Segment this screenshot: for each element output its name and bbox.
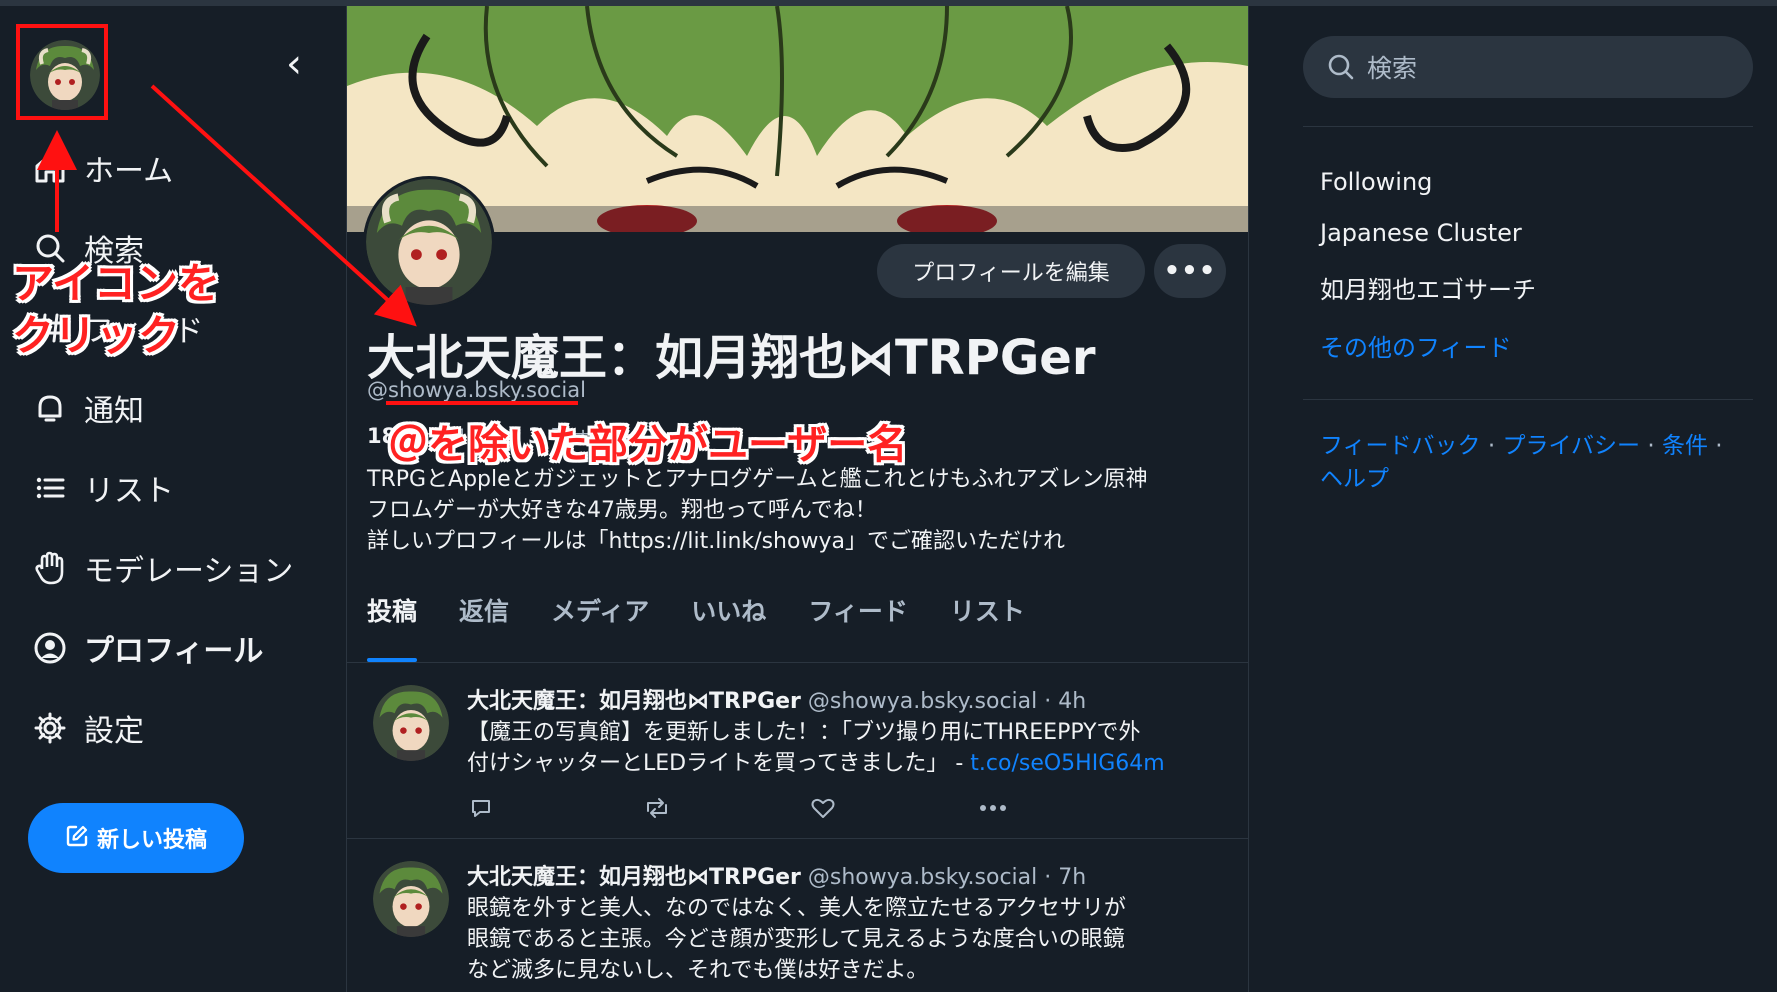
post-text: 眼鏡を外すと美人、なのではなく、美人を際立たせるアクセサリが 眼鏡であると主張。… xyxy=(467,893,1237,986)
nav-item-profile[interactable]: プロフィール xyxy=(30,624,263,672)
search-placeholder: 検索 xyxy=(1367,54,1418,83)
user-circle-icon xyxy=(30,628,70,668)
tab-media[interactable]: メディア xyxy=(551,592,649,662)
gear-icon xyxy=(30,708,70,748)
edit-profile-button[interactable]: プロフィールを編集 xyxy=(877,244,1145,298)
divider xyxy=(1303,399,1753,400)
tab-likes[interactable]: いいね xyxy=(691,592,766,662)
search-input[interactable]: 検索 xyxy=(1303,36,1753,98)
nav-label-lists: リスト xyxy=(84,474,174,509)
help-link[interactable]: ヘルプ xyxy=(1320,466,1389,492)
footer-links: フィードバック · プライバシー · 条件 · ヘルプ xyxy=(1320,430,1740,496)
nav-label-notifications: 通知 xyxy=(84,394,144,429)
nav-item-home[interactable]: ホーム xyxy=(30,144,173,192)
post-meta[interactable]: @showya.bsky.social · 7h xyxy=(808,865,1086,890)
feed-link-japanese-cluster[interactable]: Japanese Cluster xyxy=(1320,219,1522,247)
separator-dot: · xyxy=(1480,433,1503,459)
bell-icon xyxy=(30,388,70,428)
post-text-line: 【魔王の写真館】を更新しました！：「ブツ撮り用にTHREEPPYで外 xyxy=(467,720,1141,745)
divider xyxy=(1303,126,1753,127)
post-text-line: など滅多に見ないし、それでも僕は好きだよ。 xyxy=(467,958,929,983)
post-avatar[interactable] xyxy=(373,861,449,937)
annotation-highlight-box xyxy=(16,24,108,120)
nav-item-moderation[interactable]: モデレーション xyxy=(30,544,293,592)
profile-banner[interactable] xyxy=(347,6,1248,232)
profile-more-button[interactable]: ••• xyxy=(1154,244,1226,298)
feed-link-egosearch[interactable]: 如月翔也エゴサーチ xyxy=(1320,270,1536,305)
nav-item-notifications[interactable]: 通知 xyxy=(30,384,144,432)
like-icon[interactable] xyxy=(809,795,837,821)
nav-label-home: ホーム xyxy=(84,154,174,189)
post-more-icon[interactable] xyxy=(975,795,1011,821)
nav-item-settings[interactable]: 設定 xyxy=(30,704,144,752)
post-header: 大北天魔王：如月翔也⋈TRPGer @showya.bsky.social · … xyxy=(467,859,1086,891)
profile-avatar[interactable] xyxy=(363,176,495,308)
hand-icon xyxy=(30,548,70,588)
compose-icon xyxy=(65,824,89,852)
tab-feeds[interactable]: フィード xyxy=(808,592,908,662)
nav-label-profile: プロフィール xyxy=(84,634,264,669)
post-link[interactable]: t.co/seO5HIG64m xyxy=(970,751,1164,776)
new-post-label: 新しい投稿 xyxy=(96,828,207,853)
search-icon xyxy=(1327,53,1355,81)
post-text: 【魔王の写真館】を更新しました！：「ブツ撮り用にTHREEPPYで外 付けシャッ… xyxy=(467,717,1237,779)
separator-dot: · xyxy=(1640,433,1662,459)
post-author-name[interactable]: 大北天魔王：如月翔也⋈TRPGer xyxy=(467,865,801,890)
collapse-sidebar-button[interactable]: ‹ xyxy=(276,44,312,84)
tab-posts[interactable]: 投稿 xyxy=(367,592,418,662)
post-text-line-part: 付けシャッターとLEDライトを買ってきました」 - xyxy=(467,751,971,776)
reply-icon[interactable] xyxy=(467,795,495,821)
nav-label-settings: 設定 xyxy=(84,714,144,749)
feed-link-following[interactable]: Following xyxy=(1320,168,1432,196)
privacy-link[interactable]: プライバシー xyxy=(1502,433,1640,459)
post-text-line: 眼鏡を外すと美人、なのではなく、美人を際立たせるアクセサリが xyxy=(467,896,1126,921)
more-feeds-link[interactable]: その他のフィード xyxy=(1320,328,1512,363)
bio-line: 詳しいプロフィールは「https://lit.link/showya」でご確認い… xyxy=(367,529,1065,554)
profile-bio: TRPGとAppleとガジェットとアナログゲームと艦これとけもふれアズレン原神 … xyxy=(367,464,1237,557)
right-sidebar: 検索 Following Japanese Cluster 如月翔也エゴサーチ … xyxy=(1248,6,1777,992)
annotation-line: アイコンを xyxy=(12,259,220,308)
annotation-click-icon: アイコンを クリック xyxy=(12,258,220,362)
post-meta[interactable]: @showya.bsky.social · 4h xyxy=(808,689,1086,714)
terms-link[interactable]: 条件 xyxy=(1662,433,1708,459)
tab-replies[interactable]: 返信 xyxy=(459,592,509,662)
profile-handle[interactable]: @showya.bsky.social xyxy=(367,378,586,402)
post-avatar[interactable] xyxy=(373,685,449,761)
list-icon xyxy=(30,468,70,508)
post-header: 大北天魔王：如月翔也⋈TRPGer @showya.bsky.social · … xyxy=(467,683,1086,715)
feedback-link[interactable]: フィードバック xyxy=(1320,433,1481,459)
nav-label-moderation: モデレーション xyxy=(84,554,294,589)
tab-lists[interactable]: リスト xyxy=(950,592,1025,662)
feed-post[interactable]: 大北天魔王：如月翔也⋈TRPGer @showya.bsky.social · … xyxy=(347,663,1248,839)
post-author-name[interactable]: 大北天魔王：如月翔也⋈TRPGer xyxy=(467,689,801,714)
profile-tabs: 投稿 返信 メディア いいね フィード リスト xyxy=(367,592,1067,662)
post-text-line: 付けシャッターとLEDライトを買ってきました」 - t.co/seO5HIG64… xyxy=(467,748,1237,779)
post-actions xyxy=(467,795,1107,821)
left-navigation: ‹ ホーム 検索 フィード 通知 リスト モデレーション プロフィール 設定 新… xyxy=(0,6,345,992)
annotation-username-note: ＠を除いた部分がユーザー名 xyxy=(388,422,908,468)
repost-icon[interactable] xyxy=(643,795,671,821)
home-icon xyxy=(30,148,70,188)
profile-column: プロフィールを編集 ••• 大北天魔王：如月翔也⋈TRPGer @showya.… xyxy=(346,6,1249,992)
post-text-line: 眼鏡であると主張。今どき顔が変形して見えるような度合いの眼鏡 xyxy=(467,927,1125,952)
annotation-line: クリック xyxy=(12,311,181,360)
bio-line: フロムゲーが大好きな47歳男。翔也って呼んでね！ xyxy=(367,498,877,523)
nav-item-lists[interactable]: リスト xyxy=(30,464,174,512)
new-post-button[interactable]: 新しい投稿 xyxy=(28,803,244,873)
separator-dot: · xyxy=(1707,433,1723,459)
feed-post[interactable]: 大北天魔王：如月翔也⋈TRPGer @showya.bsky.social · … xyxy=(347,839,1248,992)
